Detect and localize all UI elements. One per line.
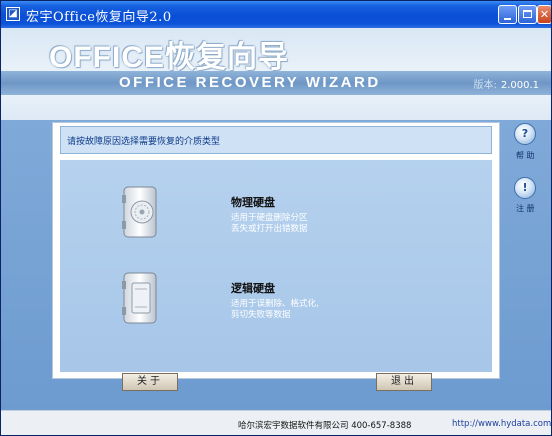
banner-subtitle: Office Recovery Wizard: [119, 74, 381, 91]
register-label[interactable]: 注 册: [516, 203, 535, 214]
register-icon[interactable]: !: [514, 177, 536, 199]
maximize-button[interactable]: [518, 5, 537, 24]
close-button[interactable]: ✕: [537, 5, 551, 24]
banner: OFFICE恢复向导 Office Recovery Wizard 版本: 2.0…: [1, 28, 551, 120]
option-physical-desc-line1: 适用于硬盘删除分区: [231, 213, 308, 223]
company-info: 哈尔滨宏宇数据软件有限公司 400-657-8388: [238, 421, 412, 431]
window-title: 宏宇Office恢复向导2.0: [26, 10, 172, 25]
instruction-text: 请按故障原因选择需要恢复的介质类型: [67, 137, 221, 147]
banner-subtitle-band: Office Recovery Wizard 版本: 2.000.1: [1, 71, 551, 95]
option-logical-desc: 适用于误删除、格式化, 剪切失败等数据: [231, 299, 319, 321]
minimize-button[interactable]: [498, 5, 517, 24]
physical-disk-icon[interactable]: [122, 185, 158, 239]
option-physical-desc-line2: 丢失或打开出错数据: [231, 224, 308, 234]
title-bar[interactable]: ◪ 宏宇Office恢复向导2.0 ✕: [1, 1, 551, 28]
option-physical-title[interactable]: 物理硬盘: [231, 194, 275, 210]
instruction-bar: 请按故障原因选择需要恢复的介质类型: [60, 126, 492, 154]
logical-disk-icon[interactable]: [122, 271, 158, 325]
help-label[interactable]: 帮 助: [516, 150, 535, 161]
exit-button[interactable]: 退出: [376, 373, 432, 391]
website-link[interactable]: http://www.hydata.com: [452, 419, 551, 429]
version-label: 版本:: [473, 80, 497, 91]
version-value: 2.000.1: [500, 80, 539, 91]
help-icon[interactable]: ?: [514, 123, 536, 145]
main-area: 请按故障原因选择需要恢复的介质类型: [1, 120, 551, 410]
option-logical-desc-line1: 适用于误删除、格式化,: [231, 299, 319, 309]
footer: 哈尔滨宏宇数据软件有限公司 400-657-8388 http://www.hy…: [1, 410, 551, 435]
banner-title: OFFICE恢复向导: [49, 41, 289, 74]
version-info: 版本: 2.000.1: [473, 76, 539, 91]
option-logical-desc-line2: 剪切失败等数据: [231, 310, 291, 320]
app-window: ◪ 宏宇Office恢复向导2.0 ✕ OFFICE恢复向导 Office Re…: [0, 0, 552, 436]
app-icon[interactable]: ◪: [6, 7, 20, 21]
option-physical-desc: 适用于硬盘删除分区 丢失或打开出错数据: [231, 213, 308, 235]
about-button[interactable]: 关于: [122, 373, 178, 391]
option-logical-title[interactable]: 逻辑硬盘: [231, 280, 275, 296]
